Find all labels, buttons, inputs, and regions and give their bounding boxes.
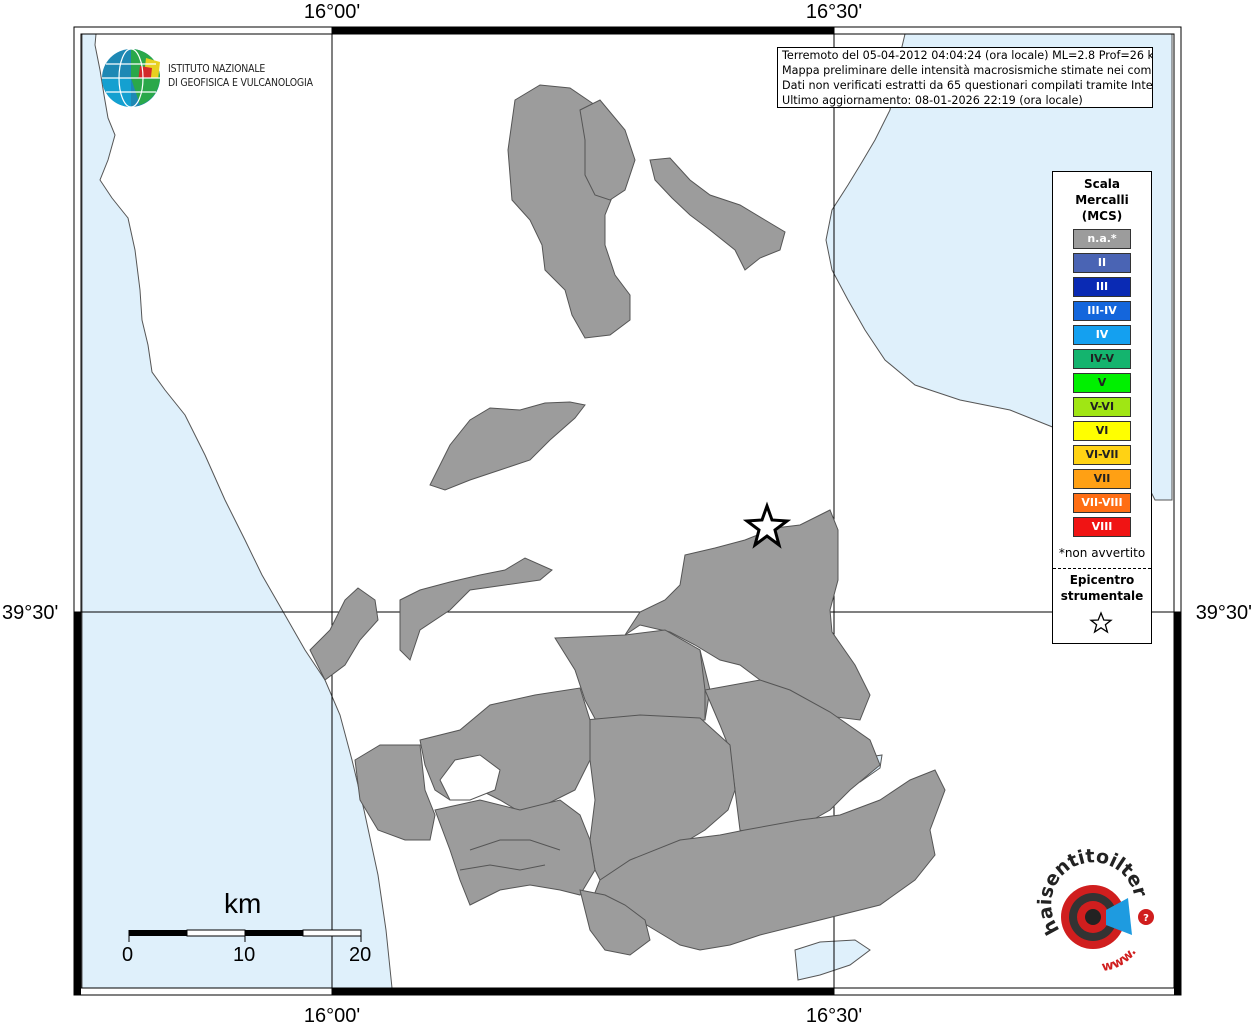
- ingv-logo-line1: ISTITUTO NAZIONALE: [168, 62, 266, 75]
- svg-text:?: ?: [1143, 913, 1149, 924]
- scale-tick-10: 10: [233, 944, 256, 966]
- label-lon-bottom-left: 16°00': [304, 1005, 360, 1024]
- label-lon-top-left: 16°00': [304, 1, 360, 23]
- legend-epicenter-label: Epicentro strumentale: [1053, 572, 1151, 604]
- earthquake-info-box: Terremoto del 05-04-2012 04:04:24 (ora l…: [777, 47, 1153, 108]
- ingv-logo-text: ISTITUTO NAZIONALE DI GEOFISICA E VULCAN…: [168, 62, 313, 90]
- legend-item: V: [1073, 373, 1131, 393]
- legend-item: IV-V: [1073, 349, 1131, 369]
- legend-item: n.a.*: [1073, 229, 1131, 249]
- legend-note: *non avvertito: [1058, 546, 1146, 560]
- info-line-updated: Ultimo aggiornamento: 08-01-2026 22:19 (…: [782, 94, 1083, 107]
- legend-epicenter-line1: Epicentro: [1069, 573, 1135, 587]
- ingv-logo-line2: DI GEOFISICA E VULCANOLOGIA: [168, 76, 313, 89]
- scale-bar-title: km: [224, 888, 262, 919]
- legend-item: IV: [1073, 325, 1131, 345]
- legend-item: VIII: [1073, 517, 1131, 537]
- ingv-globe-logo: [102, 48, 160, 108]
- scale-tick-0: 0: [122, 944, 134, 966]
- legend-star-icon: [1089, 611, 1113, 634]
- legend-item: VII-VIII: [1073, 493, 1131, 513]
- legend-items: n.a.* II III III-IV IV IV-V V V-VI VI VI-VII VII VI…: [1073, 229, 1131, 541]
- label-lon-top-right: 16°30': [806, 1, 862, 23]
- legend-item: VI: [1073, 421, 1131, 441]
- legend-title: Scala Mercalli (MCS): [1053, 176, 1151, 224]
- legend-item: II: [1073, 253, 1131, 273]
- legend-divider: [1053, 568, 1151, 569]
- label-lat-left: 39°30': [2, 602, 58, 624]
- legend-title-line1: Scala: [1083, 177, 1121, 191]
- legend-item: VII: [1073, 469, 1131, 489]
- label-lon-bottom-right: 16°30': [806, 1005, 862, 1024]
- mcs-legend: Scala Mercalli (MCS) n.a.* II III III-IV IV I…: [1052, 171, 1152, 644]
- legend-item: V-VI: [1073, 397, 1131, 417]
- legend-item: VI-VII: [1073, 445, 1131, 465]
- scale-tick-20: 20: [349, 944, 372, 966]
- legend-title-line2: Mercalli: [1075, 193, 1129, 207]
- info-line-data: Dati non verificati estratti da 65 quest…: [782, 79, 1153, 92]
- legend-epicenter-line2: strumentale: [1060, 589, 1144, 603]
- label-lat-right: 39°30': [1196, 602, 1252, 624]
- legend-item: III: [1073, 277, 1131, 297]
- legend-title-line3: (MCS): [1081, 209, 1123, 223]
- legend-item: III-IV: [1073, 301, 1131, 321]
- info-line-event: Terremoto del 05-04-2012 04:04:24 (ora l…: [782, 49, 1153, 62]
- info-line-map: Mappa preliminare delle intensità macros…: [782, 64, 1153, 77]
